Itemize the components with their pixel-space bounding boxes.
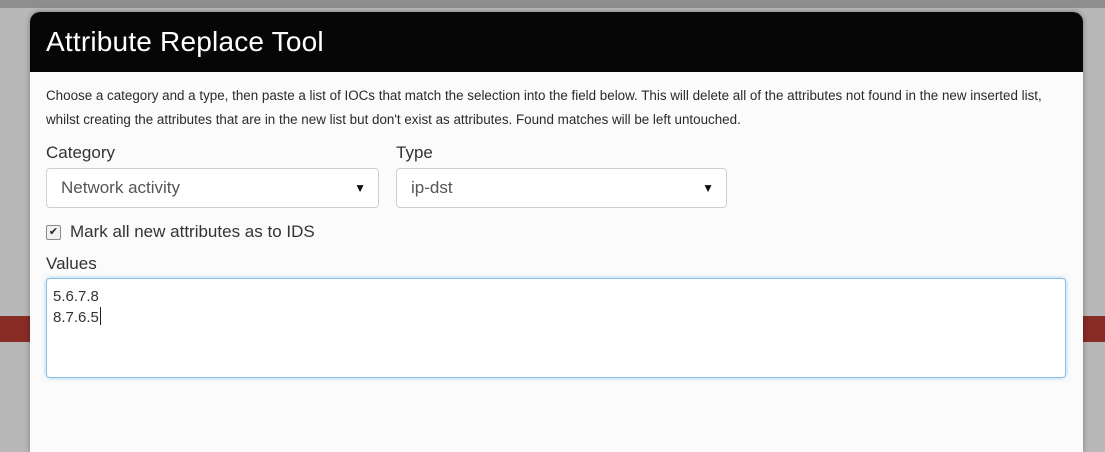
- type-select[interactable]: ip-dst ▼: [396, 168, 727, 208]
- values-label: Values: [46, 254, 97, 273]
- values-line-text: 8.7.6.5: [53, 309, 99, 326]
- to-ids-checkbox[interactable]: ✔: [46, 224, 61, 240]
- intro-text: Choose a category and a type, then paste…: [46, 88, 1042, 127]
- chevron-down-icon: ▼: [702, 181, 714, 195]
- type-label: Type: [396, 143, 433, 162]
- type-select-value: ip-dst: [411, 178, 453, 197]
- values-textarea[interactable]: 5.6.7.8 8.7.6.5: [46, 278, 1066, 378]
- modal-body: Choose a category and a type, then paste…: [30, 72, 1083, 378]
- category-field-group: Category Network activity ▼: [46, 138, 396, 208]
- backdrop-left: [0, 8, 30, 436]
- attribute-replace-modal: Attribute Replace Tool Choose a category…: [30, 12, 1083, 452]
- backdrop-top: [0, 0, 1105, 8]
- checkmark-icon: ✔: [48, 225, 59, 238]
- category-label: Category: [46, 143, 115, 162]
- backdrop-right: [1082, 8, 1105, 436]
- values-line: 5.6.7.8: [53, 288, 99, 305]
- backdrop-red-bar-left: [0, 316, 30, 342]
- chevron-down-icon: ▼: [354, 181, 366, 195]
- modal-title: Attribute Replace Tool: [46, 26, 324, 57]
- backdrop-red-bar-right: [1082, 316, 1105, 342]
- text-cursor: [99, 307, 101, 325]
- type-field-group: Type ip-dst ▼: [396, 138, 727, 208]
- to-ids-label[interactable]: Mark all new attributes as to IDS: [70, 222, 315, 242]
- category-type-row: Category Network activity ▼ Type ip-dst …: [46, 138, 1067, 208]
- category-select[interactable]: Network activity ▼: [46, 168, 379, 208]
- values-line: 8.7.6.5: [53, 307, 1059, 328]
- category-select-value: Network activity: [61, 178, 181, 197]
- to-ids-row: ✔ Mark all new attributes as to IDS: [46, 220, 1067, 244]
- modal-header: Attribute Replace Tool: [30, 12, 1083, 72]
